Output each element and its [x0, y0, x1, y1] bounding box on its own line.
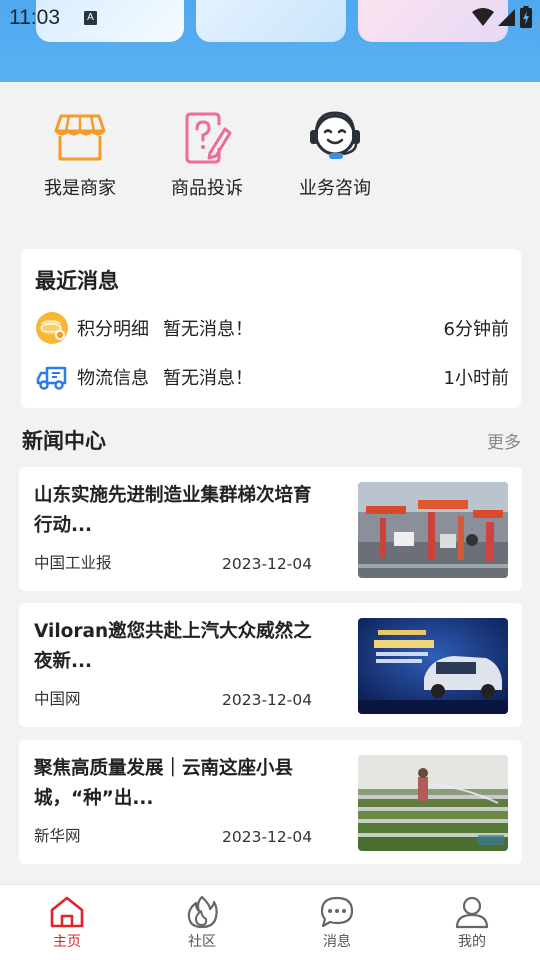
news-headline: 聚焦高质量发展｜云南这座小县城，“种”出...: [34, 758, 294, 809]
news-item[interactable]: 聚焦高质量发展｜云南这座小县城，“种”出... 新华网 2023-12-04: [19, 740, 522, 864]
news-item[interactable]: Viloran邀您共赴上汽大众威然之夜新... 中国网 2023-12-04: [19, 603, 522, 727]
message-text: 暂无消息！: [163, 319, 253, 340]
news-source: 中国网: [34, 690, 81, 708]
coins-icon: [36, 312, 68, 344]
news-thumbnail-greenhouse: [358, 755, 508, 851]
tab-home[interactable]: 主页: [27, 895, 107, 951]
user-icon: [455, 896, 489, 929]
top-banner-area: 11:03 A: [0, 0, 540, 82]
message-row-logistics[interactable]: 物流信息 暂无消息！ 1小时前: [35, 359, 509, 395]
recent-messages-card: 最近消息 积分明细 暂无消息！ 6分钟前 物流信息 暂无消息！ 1小时前: [21, 249, 521, 408]
headset-icon: [310, 111, 360, 159]
news-more-link[interactable]: 更多: [487, 428, 521, 453]
bottom-tab-bar: 主页 社区 消息 我的: [0, 884, 540, 960]
tab-messages[interactable]: 消息: [297, 895, 377, 951]
flame-icon: [187, 895, 218, 929]
news-thumbnail-factory: [358, 482, 508, 578]
chat-bubble-icon: [320, 896, 354, 928]
news-date: 2023-12-04: [222, 691, 313, 709]
signal-icon: [498, 9, 515, 26]
status-time: 11:03: [9, 6, 60, 29]
recent-messages-title: 最近消息: [35, 269, 119, 293]
complaint-entry[interactable]: 商品投诉: [152, 110, 262, 200]
news-center-title: 新闻中心: [22, 429, 106, 453]
news-headline: 山东实施先进制造业集群梯次培育行动...: [34, 485, 312, 536]
news-thumbnail-car: [358, 618, 508, 714]
news-headline: Viloran邀您共赴上汽大众威然之夜新...: [34, 621, 312, 672]
tab-profile[interactable]: 我的: [432, 895, 512, 951]
news-item[interactable]: 山东实施先进制造业集群梯次培育行动... 中国工业报 2023-12-04: [19, 467, 522, 591]
tab-community[interactable]: 社区: [162, 895, 242, 951]
quick-actions: 我是商家 商品投诉 业务咨询: [0, 82, 540, 232]
message-name: 物流信息: [77, 368, 149, 389]
battery-charging-icon: [520, 6, 532, 28]
merchant-entry[interactable]: 我是商家: [25, 110, 135, 200]
wifi-icon: [472, 8, 494, 26]
news-source: 中国工业报: [34, 554, 112, 572]
news-source: 新华网: [34, 827, 81, 845]
truck-icon: [36, 366, 67, 390]
message-time: 6分钟前: [443, 319, 509, 340]
consult-entry[interactable]: 业务咨询: [280, 110, 390, 200]
tab-label: 主页: [53, 934, 81, 950]
home-icon: [50, 896, 84, 928]
news-date: 2023-12-04: [222, 828, 313, 846]
merchant-label: 我是商家: [44, 178, 116, 199]
complaint-icon: [185, 112, 232, 164]
tab-label: 我的: [458, 934, 486, 950]
message-row-points[interactable]: 积分明细 暂无消息！ 6分钟前: [35, 310, 509, 346]
banner-card-2[interactable]: [196, 0, 346, 42]
store-icon: [54, 114, 106, 161]
notification-icon: A: [84, 11, 97, 25]
status-icons: [472, 6, 532, 28]
message-text: 暂无消息！: [163, 368, 253, 389]
message-time: 1小时前: [443, 368, 509, 389]
tab-label: 消息: [323, 934, 351, 950]
tab-label: 社区: [188, 934, 216, 950]
consult-label: 业务咨询: [299, 178, 371, 199]
complaint-label: 商品投诉: [171, 178, 243, 199]
news-date: 2023-12-04: [222, 555, 313, 573]
message-name: 积分明细: [77, 319, 149, 340]
